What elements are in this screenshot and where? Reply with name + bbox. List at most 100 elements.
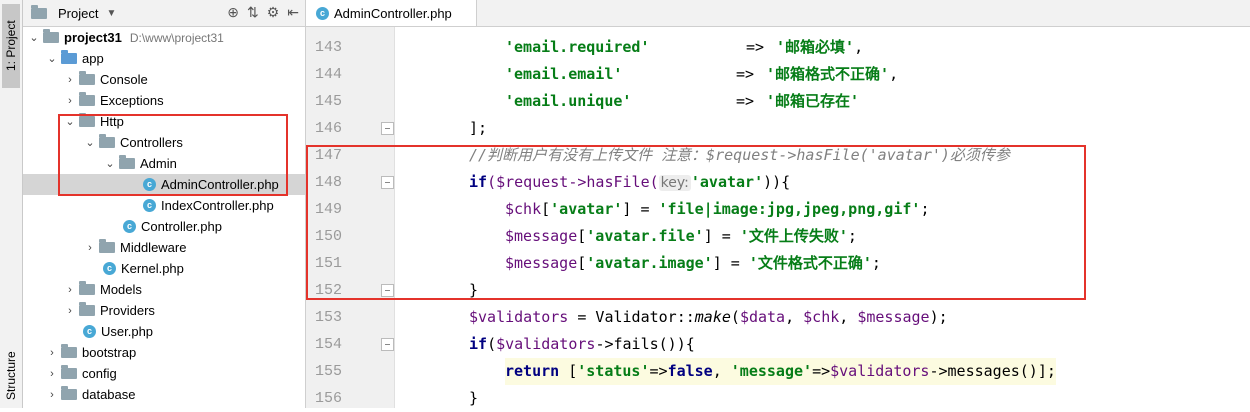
chevron-right-icon[interactable]: › xyxy=(45,389,59,401)
tree-item-user[interactable]: c User.php xyxy=(23,321,305,342)
folder-icon xyxy=(61,386,77,400)
code-token: } xyxy=(469,281,479,299)
tree-label: Models xyxy=(100,282,142,297)
tree-label: Middleware xyxy=(120,240,187,255)
tree-item-kernel[interactable]: c Kernel.php xyxy=(23,258,305,279)
project-path: D:\www\project31 xyxy=(129,30,224,45)
line-number: 155 xyxy=(314,363,342,380)
fold-marker-icon[interactable] xyxy=(381,122,394,135)
tree-item-indexcontroller[interactable]: c IndexController.php xyxy=(23,195,305,216)
code-editor: c AdminController.php 143 'email.required… xyxy=(306,0,1250,408)
tree-label: project31 xyxy=(64,30,122,45)
code-token: ->fails()){ xyxy=(595,335,695,353)
fold-marker-icon[interactable] xyxy=(381,284,394,297)
tree-item-admincontroller[interactable]: c AdminController.php xyxy=(23,174,305,195)
chevron-right-icon[interactable]: › xyxy=(45,347,59,359)
tree-label: Http xyxy=(100,114,124,129)
tree-label: app xyxy=(82,51,104,66)
code-token: [ xyxy=(577,254,587,272)
tree-item-http[interactable]: ⌄ Http xyxy=(23,111,305,132)
code-token: make xyxy=(694,308,731,326)
tree-label: IndexController.php xyxy=(161,198,274,213)
fold-marker-icon[interactable] xyxy=(381,338,394,351)
code-token: return xyxy=(505,362,560,380)
code-token: 'message' xyxy=(730,362,813,380)
chevron-down-icon[interactable]: ⌄ xyxy=(83,136,97,149)
chevron-right-icon[interactable]: › xyxy=(63,74,77,86)
fold-marker-icon[interactable] xyxy=(381,176,394,189)
code-line: 150 $message['avatar.file'] = '文件上传失败'; xyxy=(306,223,1161,250)
tree-label: Controller.php xyxy=(141,219,222,234)
code-line: 149 $chk['avatar'] = 'file|image:jpg,jpe… xyxy=(306,196,1161,223)
line-number: 153 xyxy=(314,309,342,326)
line-number: 150 xyxy=(314,228,342,245)
chevron-down-icon[interactable]: ⌄ xyxy=(45,52,59,65)
code-token: => xyxy=(649,362,668,380)
project-tool-tab[interactable]: 1: Project xyxy=(2,4,20,88)
tree-item-project31[interactable]: ⌄ project31 D:\www\project31 xyxy=(23,27,305,48)
chevron-down-icon[interactable]: ⌄ xyxy=(63,115,77,128)
tree-item-providers[interactable]: › Providers xyxy=(23,300,305,321)
code-token: , xyxy=(785,308,804,326)
code-token: $message xyxy=(857,308,930,326)
tree-item-controllers[interactable]: ⌄ Controllers xyxy=(23,132,305,153)
tree-item-exceptions[interactable]: › Exceptions xyxy=(23,90,305,111)
chevron-right-icon[interactable]: › xyxy=(63,95,77,107)
php-class-icon: c xyxy=(143,178,156,191)
tree-item-bootstrap[interactable]: › bootstrap xyxy=(23,342,305,363)
code-token: ); xyxy=(929,308,948,326)
folder-icon xyxy=(79,281,95,295)
chevron-right-icon[interactable]: › xyxy=(45,368,59,380)
tree-item-admin[interactable]: ⌄ Admin xyxy=(23,153,305,174)
tree-label: Kernel.php xyxy=(121,261,184,276)
tree-item-controller[interactable]: c Controller.php xyxy=(23,216,305,237)
project-panel-header: Project ▼ ⊕ ⇅ ⚙ ⇤ xyxy=(23,0,305,27)
chevron-right-icon[interactable]: › xyxy=(83,242,97,254)
code-token: ]; xyxy=(469,119,488,137)
tab-admincontroller[interactable]: c AdminController.php xyxy=(306,0,477,26)
code-token: 'email.required' xyxy=(505,38,650,56)
code-token: 'email.email' xyxy=(505,65,623,83)
code-line: 151 $message['avatar.image'] = '文件格式不正确'… xyxy=(306,250,1161,277)
tree-label: User.php xyxy=(101,324,154,339)
hide-panel-icon[interactable]: ⇤ xyxy=(287,4,299,21)
chevron-down-icon[interactable]: ▼ xyxy=(106,8,116,19)
code-line: 152 } xyxy=(306,277,1161,304)
folder-icon xyxy=(79,92,95,106)
chevron-down-icon[interactable]: ⌄ xyxy=(27,31,41,44)
code-token: '文件格式不正确' xyxy=(748,254,872,272)
code-token: 'avatar' xyxy=(690,173,764,191)
collapse-all-icon[interactable]: ⇅ xyxy=(247,4,259,21)
locate-icon[interactable]: ⊕ xyxy=(227,4,239,21)
code-token: [ xyxy=(541,200,551,218)
structure-tool-tab[interactable]: Structure xyxy=(2,344,20,408)
code-token: ] = xyxy=(622,200,659,218)
folder-icon xyxy=(43,29,59,43)
code-token: 'avatar' xyxy=(550,200,623,218)
tree-label: Providers xyxy=(100,303,155,318)
code-token: ( xyxy=(730,308,740,326)
code-token: => xyxy=(736,92,755,110)
php-class-icon: c xyxy=(103,262,116,275)
tree-item-database[interactable]: › database xyxy=(23,384,305,405)
tree-item-config[interactable]: › config xyxy=(23,363,305,384)
chevron-right-icon[interactable]: › xyxy=(63,284,77,296)
tree-item-models[interactable]: › Models xyxy=(23,279,305,300)
code-token: => xyxy=(812,362,831,380)
gear-icon[interactable]: ⚙ xyxy=(267,4,280,21)
php-class-icon: c xyxy=(123,220,136,233)
editor-tab-bar: c AdminController.php xyxy=(306,0,1250,27)
code-token: if xyxy=(469,173,488,191)
tree-item-console[interactable]: › Console xyxy=(23,69,305,90)
code-token: '邮箱必填' xyxy=(776,38,855,56)
line-number: 146 xyxy=(314,120,342,137)
project-folder-icon xyxy=(31,4,47,19)
chevron-right-icon[interactable]: › xyxy=(63,305,77,317)
project-view-selector[interactable]: Project xyxy=(58,6,98,21)
code-area[interactable]: 143 'email.required' => '邮箱必填', 144 'ema… xyxy=(315,27,1250,408)
tree-item-middleware[interactable]: › Middleware xyxy=(23,237,305,258)
tree-item-app[interactable]: ⌄ app xyxy=(23,48,305,69)
code-token: ->messages()]; xyxy=(929,362,1056,380)
code-token: ( xyxy=(487,335,497,353)
chevron-down-icon[interactable]: ⌄ xyxy=(103,157,117,170)
